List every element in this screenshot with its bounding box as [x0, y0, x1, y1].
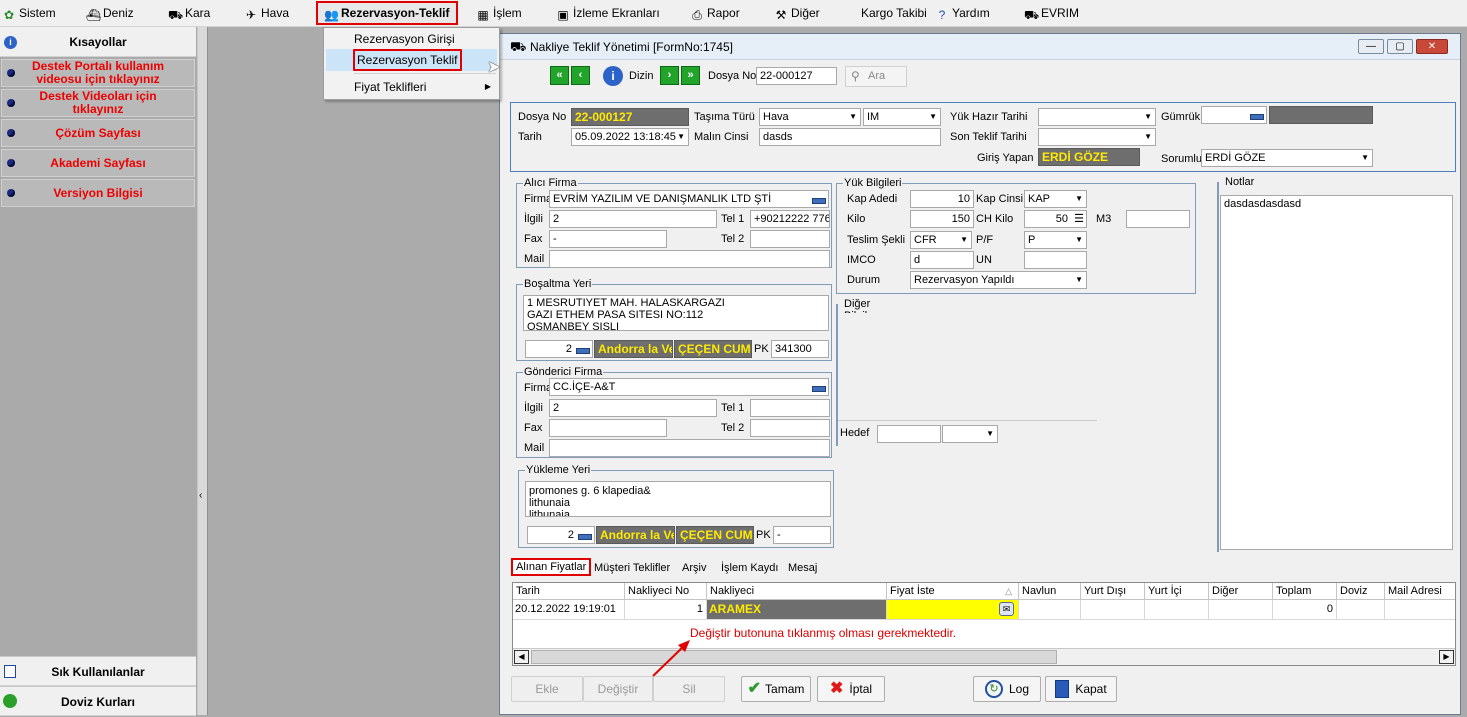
submenu-arrow-icon: ▶ [484, 82, 491, 91]
rezervasyon-dropdown-menu: Rezervasyon Girişi Rezervasyon Teklif Fi… [323, 27, 500, 100]
annotation-arrow [652, 640, 690, 677]
mouse-cursor-icon: ➤ [487, 59, 501, 76]
menu-divider [354, 73, 496, 74]
menu-item-rezervasyon-teklif[interactable]: Rezervasyon Teklif [326, 49, 497, 71]
menu-item-label: Rezervasyon Teklif [353, 49, 462, 71]
menu-item-rezervasyon-girisi[interactable]: Rezervasyon Girişi [326, 28, 497, 50]
menu-item-fiyat-teklifleri[interactable]: Fiyat Teklifleri ▶ [326, 76, 497, 98]
